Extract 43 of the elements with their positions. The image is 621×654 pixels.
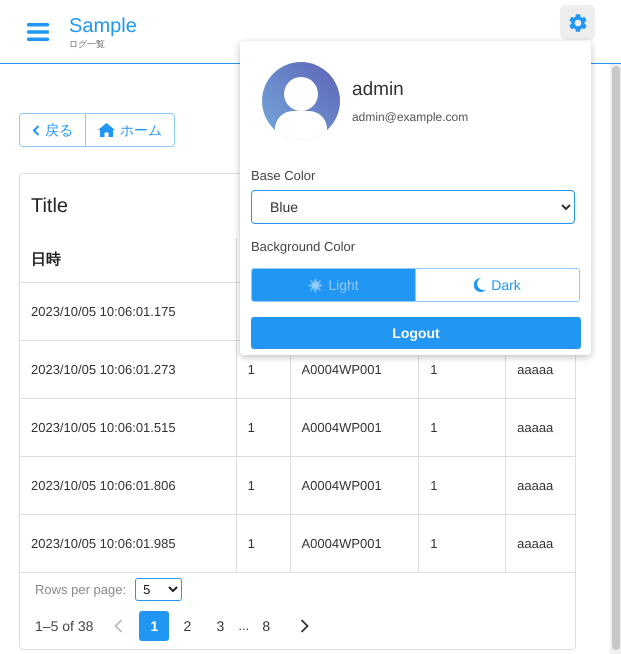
column-header[interactable]: 日時 [20, 238, 236, 282]
page-button[interactable]: 2 [172, 611, 202, 641]
settings-icon [566, 12, 588, 34]
table-cell: A0004WP001 [290, 515, 418, 572]
background-color-label: Background Color [251, 238, 356, 256]
avatar-icon [262, 62, 340, 140]
base-color-select[interactable]: Blue [251, 190, 575, 224]
table-cell-text: 2023/10/05 10:06:01.175 [30, 302, 177, 321]
table-cell: A0004WP001 [290, 457, 418, 514]
table-cell: aaaaa [505, 515, 576, 572]
user-email: admin@example.com [352, 109, 468, 126]
chevron-left-icon [32, 124, 40, 136]
user-name: admin [352, 78, 405, 102]
table-cell: aaaaa [505, 457, 576, 514]
moon-icon [474, 278, 486, 292]
chevron-left-icon [114, 619, 123, 633]
table-cell: aaaaa [505, 399, 576, 456]
table-cell: 1 [418, 515, 506, 572]
home-icon [98, 123, 115, 137]
table-cell: 1 [418, 457, 506, 514]
page-ellipsis: ... [238, 617, 250, 636]
page-subtitle: ログ一覧 [69, 38, 106, 50]
settings-button[interactable] [560, 5, 595, 40]
table-cell-text: 2023/10/05 10:06:01.515 [30, 418, 177, 437]
sun-icon [308, 278, 324, 292]
page-button[interactable]: 3 [205, 611, 236, 641]
table-cell-text: 2023/10/05 10:06:01.985 [30, 534, 177, 553]
page-button[interactable]: 8 [251, 611, 282, 641]
table-cell: 1 [236, 515, 290, 572]
menu-icon[interactable] [27, 22, 49, 40]
table-cell-text: 2023/10/05 10:06:01.806 [30, 476, 177, 495]
table-cell: A0004WP001 [290, 399, 418, 456]
table-cell: 1 [236, 457, 290, 514]
table-cell-text: 2023/10/05 10:06:01.273 [30, 360, 177, 379]
base-color-label: Base Color [251, 167, 316, 185]
rows-per-page-select[interactable]: 5 [135, 578, 182, 601]
rows-per-page-label: Rows per page: [35, 580, 126, 599]
table-cell: 1 [236, 399, 290, 456]
table-title: Title [31, 194, 68, 219]
page-range: 1–5 of 38 [35, 616, 94, 636]
chevron-right-icon [300, 619, 309, 633]
app-title: Sample [69, 14, 137, 38]
table-cell: 1 [418, 399, 506, 456]
